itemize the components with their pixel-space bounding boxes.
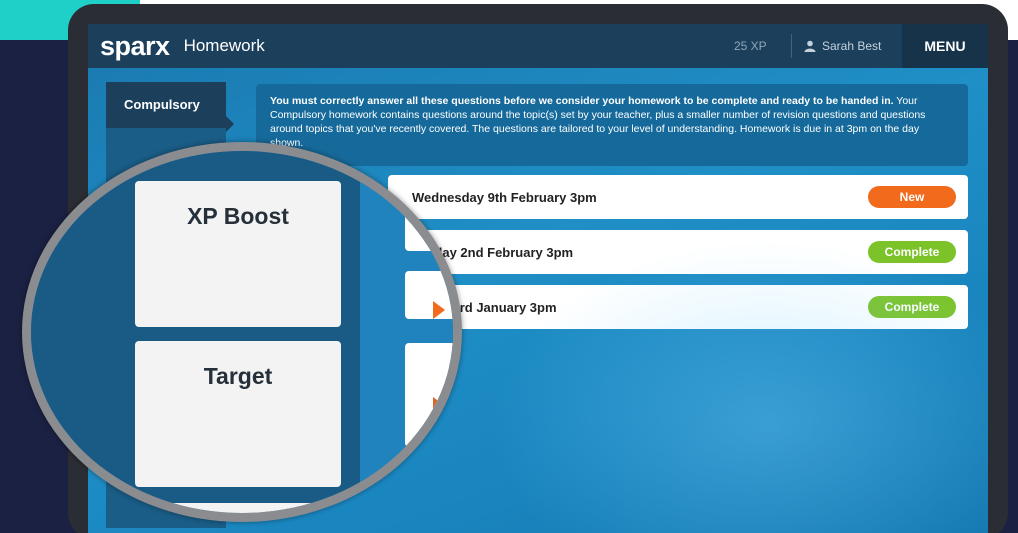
sparx-logo[interactable]: sparx bbox=[100, 24, 170, 68]
user-name: Sarah Best bbox=[822, 39, 882, 53]
user-profile[interactable]: Sarah Best bbox=[804, 24, 881, 68]
homework-row[interactable]: sday 23rd January 3pm Complete bbox=[388, 285, 968, 329]
homework-row[interactable]: Wednesday 9th February 3pm New bbox=[388, 175, 968, 219]
user-icon bbox=[804, 40, 816, 52]
magnifier-lens: XP Boost Target bbox=[22, 142, 462, 522]
tab-compulsory[interactable]: Compulsory bbox=[106, 82, 226, 128]
header-divider bbox=[791, 34, 792, 58]
page-title: Homework bbox=[183, 36, 265, 55]
menu-button[interactable]: MENU bbox=[902, 24, 988, 68]
status-badge-complete: Complete bbox=[868, 296, 956, 318]
target-card[interactable]: Target bbox=[135, 341, 341, 487]
info-bold-text: You must correctly answer all these ques… bbox=[270, 95, 894, 107]
xp-counter: 25 XP bbox=[734, 39, 767, 53]
status-badge-new: New bbox=[868, 186, 956, 208]
tab-pointer bbox=[226, 116, 234, 132]
homework-row[interactable]: nesday 2nd February 3pm Complete bbox=[388, 230, 968, 274]
top-bar: sparx Homework 25 XP Sarah Best MENU bbox=[88, 24, 988, 68]
homework-arrow-icon bbox=[433, 397, 445, 415]
current-homework-arrow-icon bbox=[433, 301, 445, 319]
xp-boost-label: XP Boost bbox=[187, 203, 289, 229]
target-label: Target bbox=[203, 363, 273, 389]
xp-boost-card[interactable]: XP Boost bbox=[135, 181, 341, 327]
status-badge-complete: Complete bbox=[868, 241, 956, 263]
